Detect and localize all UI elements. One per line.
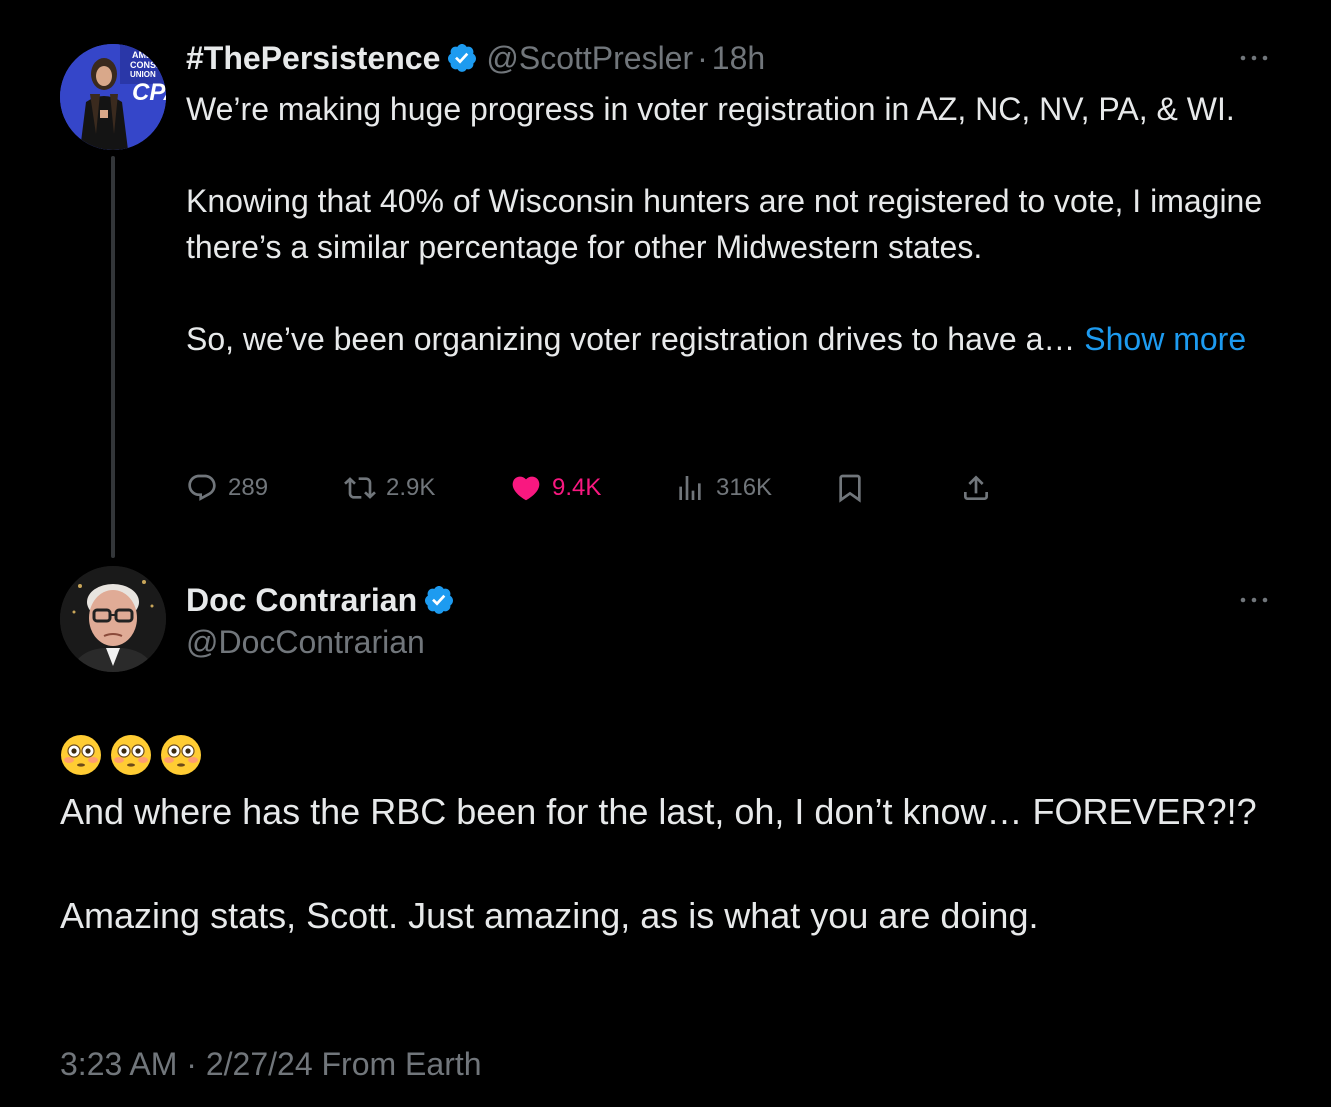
tweet2-timestamp[interactable]: 3:23 AM · 2/27/24 From Earth bbox=[60, 1042, 482, 1086]
svg-text:CPA: CPA bbox=[132, 79, 166, 106]
svg-text:UNION: UNION bbox=[130, 70, 156, 79]
svg-text:CONSE: CONSE bbox=[130, 60, 162, 70]
tweet1-display-name[interactable]: #ThePersistence bbox=[186, 40, 440, 77]
views-chart-icon bbox=[679, 476, 701, 500]
flushed-emoji-row bbox=[60, 734, 202, 780]
verified-badge-icon bbox=[425, 586, 454, 614]
bookmark-button[interactable] bbox=[834, 468, 876, 508]
show-more-link[interactable]: Show more bbox=[1084, 321, 1246, 357]
thread-connector-line bbox=[111, 156, 115, 558]
tweet2-handle[interactable]: @DocContrarian bbox=[186, 620, 425, 664]
flushed-face-emoji-icon bbox=[61, 735, 101, 775]
share-button[interactable] bbox=[960, 468, 1002, 508]
tweet2-name-row: Doc Contrarian bbox=[186, 578, 463, 622]
views-count: 316K bbox=[716, 474, 773, 501]
retweet-icon bbox=[344, 477, 376, 499]
reply-count: 289 bbox=[228, 474, 269, 501]
tweet1-text-main: We’re making huge progress in voter regi… bbox=[186, 91, 1263, 357]
tweet1-text: We’re making huge progress in voter regi… bbox=[186, 86, 1266, 362]
reply-icon bbox=[188, 474, 216, 501]
more-dots-icon[interactable] bbox=[1238, 52, 1270, 64]
more-dots-icon[interactable] bbox=[1238, 594, 1270, 606]
tweet1-header: #ThePersistence @ScottPresler · 18h bbox=[186, 36, 765, 80]
flushed-face-emoji-icon bbox=[161, 735, 201, 775]
avatar-doc-contrarian[interactable] bbox=[60, 566, 166, 672]
retweet-count: 2.9K bbox=[386, 474, 436, 501]
svg-text:AME: AME bbox=[132, 50, 152, 60]
share-icon bbox=[964, 475, 988, 500]
tweet2-display-name[interactable]: Doc Contrarian bbox=[186, 582, 417, 619]
flushed-face-emoji-icon bbox=[111, 735, 151, 775]
tweet2-text: And where has the RBC been for the last,… bbox=[60, 791, 1257, 936]
verified-badge-icon bbox=[448, 44, 477, 72]
bookmark-icon bbox=[839, 474, 861, 503]
retweet-button[interactable]: 2.9K bbox=[344, 468, 435, 508]
views-button[interactable]: 316K bbox=[674, 468, 772, 508]
avatar-scott-presler[interactable]: AME CONSE UNION CPA bbox=[60, 44, 166, 150]
like-button[interactable]: 9.4K bbox=[510, 468, 601, 508]
like-count: 9.4K bbox=[552, 474, 602, 501]
reply-button[interactable]: 289 bbox=[186, 468, 268, 508]
tweet1-handle[interactable]: @ScottPresler bbox=[486, 40, 693, 77]
tweet1-separator: · bbox=[697, 39, 708, 76]
like-heart-icon bbox=[512, 476, 540, 501]
tweet1-time[interactable]: 18h bbox=[712, 40, 765, 77]
